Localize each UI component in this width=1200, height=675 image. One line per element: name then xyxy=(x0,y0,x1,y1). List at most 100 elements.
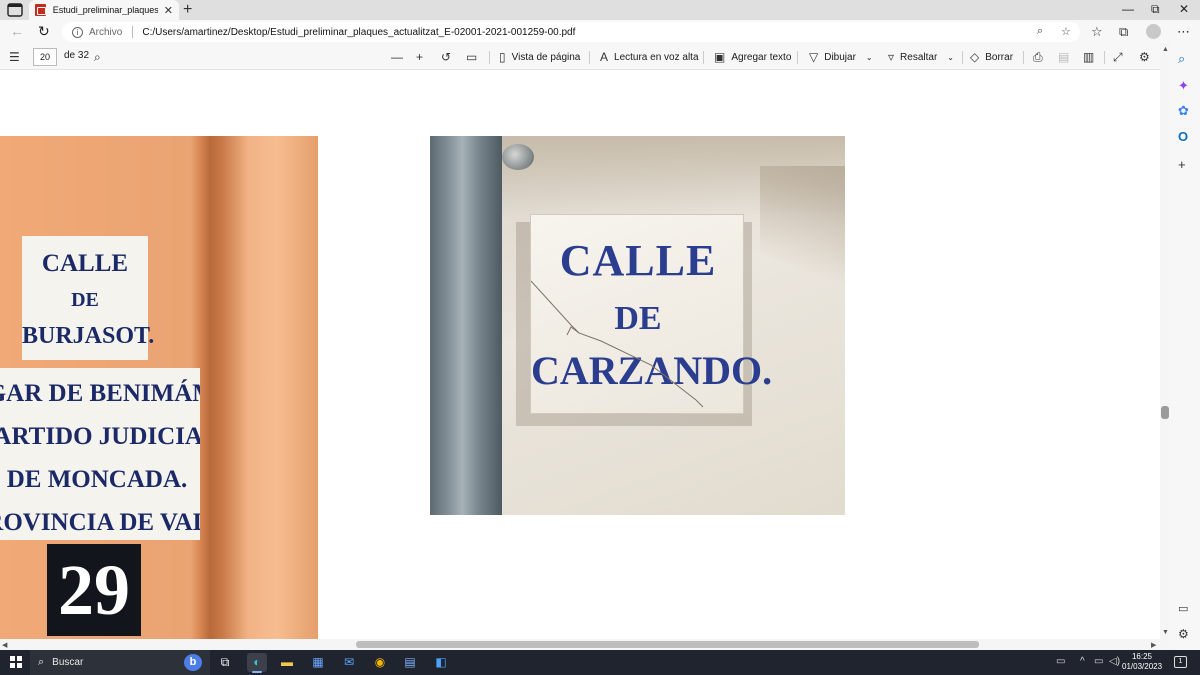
divider xyxy=(797,51,798,64)
settings-icon[interactable]: ⚙ xyxy=(1178,627,1189,641)
divider xyxy=(1023,51,1024,64)
network-icon[interactable]: ▭ xyxy=(1094,656,1103,667)
close-window-button[interactable]: ✕ xyxy=(1179,2,1189,16)
tab-active[interactable]: Estudi_preliminar_plaques_actualitzat_E-… xyxy=(29,0,179,20)
system-clock[interactable]: 16:25 01/03/2023 xyxy=(1122,652,1162,672)
chevron-down-icon[interactable]: ⌄ xyxy=(866,53,873,62)
scroll-left-icon[interactable]: ◀ xyxy=(2,641,7,649)
draw-icon: ▽ xyxy=(809,50,819,64)
settings-icon[interactable]: ⚙ xyxy=(1139,50,1156,64)
tab-title: Estudi_preliminar_plaques_actualitzat_E-… xyxy=(52,5,158,15)
page-number-input[interactable]: 20 xyxy=(33,48,57,66)
divider xyxy=(703,51,704,64)
file-explorer-icon[interactable]: ▬ xyxy=(277,653,297,672)
add-text-label: Agregar texto xyxy=(731,51,792,63)
rotate-icon[interactable]: ↺ xyxy=(441,50,457,64)
collections-icon[interactable]: ⧉ xyxy=(1119,24,1128,40)
pdf-icon xyxy=(35,4,46,16)
search-icon[interactable]: ⌕ xyxy=(1178,51,1185,67)
fit-page-icon[interactable]: ▭ xyxy=(466,50,483,64)
draw-button[interactable]: ▽ Dibujar ⌄ xyxy=(809,50,873,64)
taskbar-search[interactable]: ⌕ Buscar xyxy=(30,650,210,675)
tab-strip: Estudi_preliminar_plaques_actualitzat_E-… xyxy=(0,0,1200,20)
taskbar: ⌕ Buscar b ⧉ ◐ ▬ ▦ ✉ ◉ ▤ ◧ ▭ ^ ▭ ◁) 16:2… xyxy=(0,650,1200,675)
search-icon[interactable]: ⌕ xyxy=(94,50,107,65)
minimize-button[interactable]: — xyxy=(1122,2,1134,16)
scroll-up-icon[interactable]: ▲ xyxy=(1162,46,1169,53)
zoom-icon[interactable]: ⌕ xyxy=(1037,25,1043,38)
chevron-down-icon[interactable]: ⌄ xyxy=(947,53,954,62)
downpipe xyxy=(430,136,502,515)
add-favorite-icon[interactable]: ☆ xyxy=(1061,25,1071,38)
back-icon[interactable]: ← xyxy=(10,23,24,39)
read-aloud-icon: A xyxy=(600,50,609,64)
vertical-scrollbar[interactable] xyxy=(1160,44,1170,639)
divider xyxy=(489,51,490,64)
mail-icon[interactable]: ✉ xyxy=(339,653,359,672)
sign-line: LUGAR DE BENIMÁMET xyxy=(0,380,200,407)
chrome-icon[interactable]: ◉ xyxy=(370,653,390,672)
search-icon: ⌕ xyxy=(38,656,45,668)
add-text-button[interactable]: ▣ Agregar texto xyxy=(714,50,791,64)
erase-button[interactable]: ◇ Borrar xyxy=(970,50,1013,64)
pdf-toolbar: ☰ 20 de 32 ⌕ — + ↺ ▭ ▯ Vista de página AL… xyxy=(0,44,1160,70)
eraser-icon: ◇ xyxy=(970,50,980,64)
address-url[interactable]: C:/Users/amartinez/Desktop/Estudi_prelim… xyxy=(142,27,575,38)
address-bar[interactable]: i Archivo C:/Users/amartinez/Desktop/Est… xyxy=(62,22,1080,42)
restore-button[interactable]: ⧉ xyxy=(1151,2,1160,17)
vertical-scroll-thumb[interactable] xyxy=(1161,406,1169,419)
scroll-down-icon[interactable]: ▼ xyxy=(1162,629,1169,636)
bing-icon[interactable]: b xyxy=(184,654,202,671)
document-icon[interactable]: ▤ xyxy=(400,653,420,672)
chevron-up-icon[interactable]: ^ xyxy=(1080,656,1085,667)
add-icon[interactable]: + xyxy=(1178,157,1186,172)
extensions-icon[interactable]: ✿ xyxy=(1178,103,1189,119)
read-aloud-button[interactable]: A Lectura en voz alta xyxy=(600,50,699,64)
new-tab-button[interactable]: + xyxy=(183,1,192,19)
save-as-icon[interactable]: ▥ xyxy=(1083,50,1100,64)
page-total: de 32 xyxy=(64,50,90,61)
house-number-plate: 29 xyxy=(47,544,141,636)
sign-line: CALLE xyxy=(41,250,129,277)
tab-actions-icon[interactable] xyxy=(7,3,23,17)
favorites-icon[interactable]: ☆ xyxy=(1091,24,1103,40)
street-sign-burjasot: CALLE DE BURJASOT. xyxy=(22,236,154,360)
pdf-document[interactable]: CALLE DE BURJASOT. LUGAR DE BENIMÁMET PA… xyxy=(0,70,1160,639)
sign-line: PARTIDO JUDICIAL xyxy=(0,423,200,450)
volume-icon[interactable]: ◁) xyxy=(1109,656,1120,667)
crack-lines xyxy=(531,280,704,408)
page-view-icon: ▯ xyxy=(499,50,506,64)
copilot-icon[interactable]: ✦ xyxy=(1178,78,1189,94)
notification-icon[interactable]: 1 xyxy=(1174,656,1187,668)
divider xyxy=(962,51,963,64)
task-view-icon[interactable]: ⧉ xyxy=(215,653,235,672)
close-tab-icon[interactable]: ✕ xyxy=(164,4,173,17)
refresh-icon[interactable]: ↻ xyxy=(38,23,50,40)
clock-date: 01/03/2023 xyxy=(1122,662,1163,671)
edge-icon[interactable]: ◐ xyxy=(247,653,267,673)
address-bar-row: ← ↻ i Archivo C:/Users/amartinez/Desktop… xyxy=(0,20,1200,44)
windows-start-icon[interactable] xyxy=(10,656,22,668)
scroll-right-icon[interactable]: ▶ xyxy=(1151,641,1156,649)
sidebar-layout-icon[interactable]: ▭ xyxy=(1178,602,1188,615)
highlight-button[interactable]: ▿ Resaltar ⌄ xyxy=(888,50,954,64)
page-view-button[interactable]: ▯ Vista de página xyxy=(499,50,580,64)
print-icon[interactable]: ⎙ xyxy=(1033,50,1049,65)
info-icon[interactable]: i xyxy=(72,26,83,38)
zoom-out-icon[interactable]: — xyxy=(391,50,409,64)
divider xyxy=(589,51,590,64)
contents-icon[interactable]: ☰ xyxy=(9,50,26,64)
text-box-icon: ▣ xyxy=(714,50,726,64)
sign-line: DE xyxy=(71,289,99,311)
more-icon[interactable]: ⋯ xyxy=(1177,24,1190,40)
fullscreen-icon[interactable]: ⤢ xyxy=(1113,50,1129,65)
avatar[interactable] xyxy=(1146,24,1161,39)
keyboard-icon[interactable]: ▭ xyxy=(1056,656,1065,667)
save-icon[interactable]: ▤ xyxy=(1058,50,1075,64)
store-icon[interactable]: ▦ xyxy=(308,653,328,672)
outlook-icon[interactable]: O xyxy=(1178,129,1188,144)
outlook-icon[interactable]: ◧ xyxy=(431,653,451,672)
zoom-in-icon[interactable]: + xyxy=(416,50,429,64)
horizontal-scroll-thumb[interactable] xyxy=(356,641,979,648)
divider xyxy=(1104,51,1105,64)
